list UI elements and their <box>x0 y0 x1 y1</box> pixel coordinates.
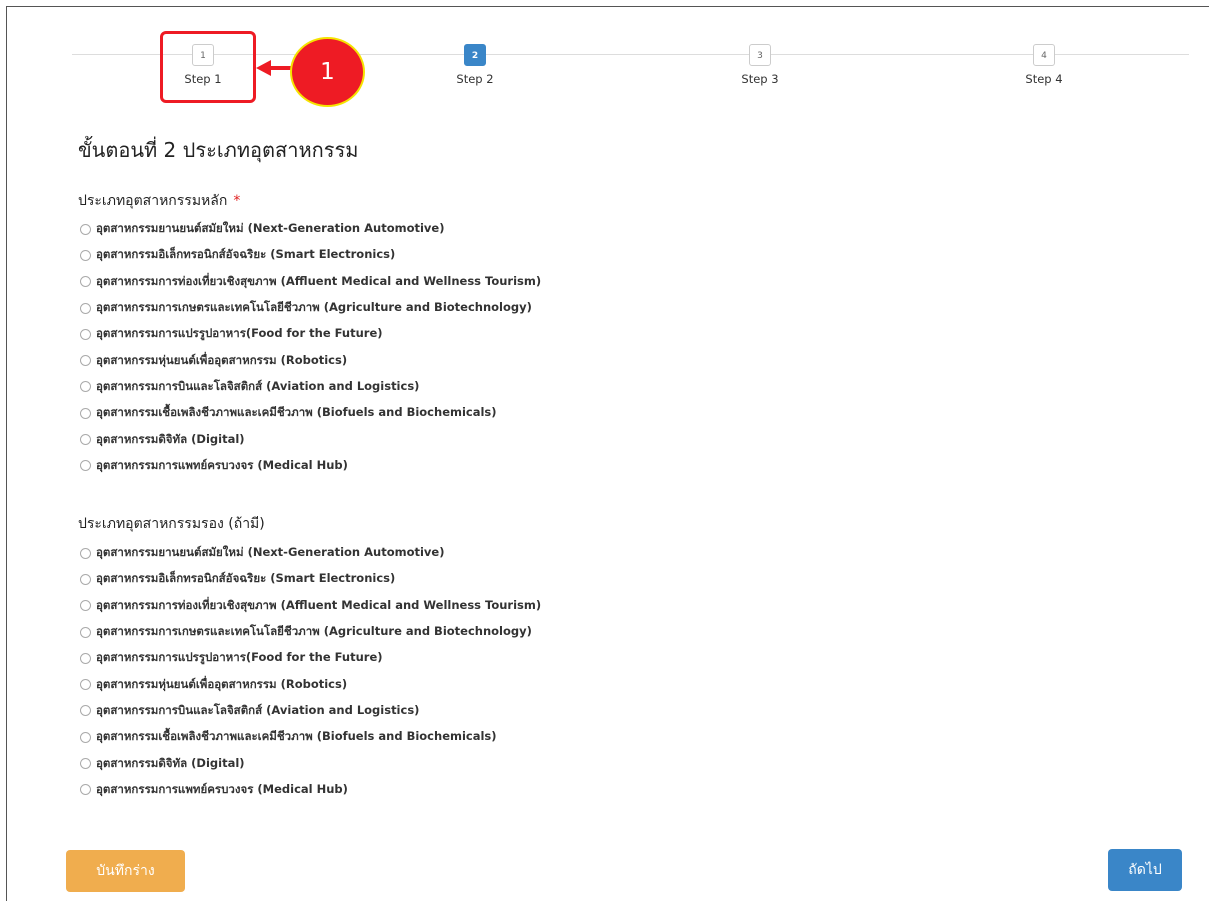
primary-option-5[interactable]: อุตสาหกรรมการแปรรูปอาหาร(Food for the Fu… <box>80 321 541 347</box>
primary-group-label: ประเภทอุตสาหกรรมหลัก <box>78 193 228 209</box>
radio-icon[interactable] <box>80 705 91 717</box>
option-label: อุตสาหกรรมยานยนต์สมัยใหม่ (Next-Generati… <box>96 545 445 560</box>
radio-icon[interactable] <box>80 573 91 585</box>
step-2-number: 2 <box>464 44 486 66</box>
option-label: อุตสาหกรรมการเกษตรและเทคโนโลยีชีวภาพ (Ag… <box>96 300 532 315</box>
radio-icon[interactable] <box>80 731 91 743</box>
radio-icon[interactable] <box>80 784 91 796</box>
option-label: อุตสาหกรรมเชื้อเพลิงชีวภาพและเคมีชีวภาพ … <box>96 729 497 744</box>
primary-option-3[interactable]: อุตสาหกรรมการท่องเที่ยวเชิงสุขภาพ (Afflu… <box>80 269 541 295</box>
primary-option-8[interactable]: อุตสาหกรรมเชื้อเพลิงชีวภาพและเคมีชีวภาพ … <box>80 400 541 426</box>
step-2[interactable]: 2 Step 2 <box>430 43 520 86</box>
required-mark: * <box>233 193 241 209</box>
option-label: อุตสาหกรรมการเกษตรและเทคโนโลยีชีวภาพ (Ag… <box>96 624 532 639</box>
radio-icon[interactable] <box>80 679 91 691</box>
primary-option-6[interactable]: อุตสาหกรรมหุ่นยนต์เพื่ออุตสาหกรรม (Robot… <box>80 347 541 373</box>
radio-icon[interactable] <box>80 434 91 446</box>
primary-options: อุตสาหกรรมยานยนต์สมัยใหม่ (Next-Generati… <box>80 216 541 479</box>
option-label: อุตสาหกรรมยานยนต์สมัยใหม่ (Next-Generati… <box>96 221 445 236</box>
step-1-highlight-box <box>160 31 256 103</box>
secondary-option-5[interactable]: อุตสาหกรรมการแปรรูปอาหาร(Food for the Fu… <box>80 645 541 671</box>
secondary-option-7[interactable]: อุตสาหกรรมการบินและโลจิสติกส์ (Aviation … <box>80 698 541 724</box>
step-3-label: Step 3 <box>741 72 779 86</box>
secondary-options: อุตสาหกรรมยานยนต์สมัยใหม่ (Next-Generati… <box>80 540 541 803</box>
option-label: อุตสาหกรรมการแพทย์ครบวงจร (Medical Hub) <box>96 457 348 472</box>
option-label: อุตสาหกรรมการบินและโลจิสติกส์ (Aviation … <box>96 702 420 717</box>
option-label: อุตสาหกรรมอิเล็กทรอนิกส์อัจฉริยะ (Smart … <box>96 247 396 262</box>
option-label: อุตสาหกรรมดิจิทัล (Digital) <box>96 431 245 446</box>
save-draft-button[interactable]: บันทึกร่าง <box>66 850 185 892</box>
option-label: อุตสาหกรรมการท่องเที่ยวเชิงสุขภาพ (Afflu… <box>96 273 542 288</box>
option-label: อุตสาหกรรมการแปรรูปอาหาร(Food for the Fu… <box>96 650 383 665</box>
page-title: ขั้นตอนที่ 2 ประเภทอุตสาหกรรม <box>78 138 359 162</box>
radio-icon[interactable] <box>80 302 91 314</box>
radio-icon[interactable] <box>80 407 91 419</box>
next-button[interactable]: ถัดไป <box>1108 849 1182 891</box>
step-2-label: Step 2 <box>456 72 494 86</box>
primary-option-9[interactable]: อุตสาหกรรมดิจิทัล (Digital) <box>80 426 541 452</box>
primary-group-title: ประเภทอุตสาหกรรมหลัก * <box>78 190 240 212</box>
radio-icon[interactable] <box>80 626 91 638</box>
step-3[interactable]: 3 Step 3 <box>715 43 805 86</box>
secondary-option-3[interactable]: อุตสาหกรรมการท่องเที่ยวเชิงสุขภาพ (Afflu… <box>80 593 541 619</box>
secondary-group-title: ประเภทอุตสาหกรรมรอง (ถ้ามี) <box>78 516 265 532</box>
option-label: อุตสาหกรรมการแปรรูปอาหาร(Food for the Fu… <box>96 326 383 341</box>
secondary-option-6[interactable]: อุตสาหกรรมหุ่นยนต์เพื่ออุตสาหกรรม (Robot… <box>80 671 541 697</box>
secondary-option-8[interactable]: อุตสาหกรรมเชื้อเพลิงชีวภาพและเคมีชีวภาพ … <box>80 724 541 750</box>
radio-icon[interactable] <box>80 600 91 612</box>
radio-icon[interactable] <box>80 328 91 340</box>
step-4-number: 4 <box>1033 44 1055 66</box>
primary-option-2[interactable]: อุตสาหกรรมอิเล็กทรอนิกส์อัจฉริยะ (Smart … <box>80 242 541 268</box>
step-4[interactable]: 4 Step 4 <box>999 43 1089 86</box>
option-label: อุตสาหกรรมเชื้อเพลิงชีวภาพและเคมีชีวภาพ … <box>96 405 497 420</box>
step-4-label: Step 4 <box>1025 72 1063 86</box>
option-label: อุตสาหกรรมอิเล็กทรอนิกส์อัจฉริยะ (Smart … <box>96 571 396 586</box>
option-label: อุตสาหกรรมการแพทย์ครบวงจร (Medical Hub) <box>96 781 348 796</box>
secondary-option-9[interactable]: อุตสาหกรรมดิจิทัล (Digital) <box>80 750 541 776</box>
step-3-number: 3 <box>749 44 771 66</box>
secondary-option-2[interactable]: อุตสาหกรรมอิเล็กทรอนิกส์อัจฉริยะ (Smart … <box>80 566 541 592</box>
secondary-option-10[interactable]: อุตสาหกรรมการแพทย์ครบวงจร (Medical Hub) <box>80 777 541 803</box>
radio-icon[interactable] <box>80 276 91 288</box>
option-label: อุตสาหกรรมหุ่นยนต์เพื่ออุตสาหกรรม (Robot… <box>96 676 348 691</box>
radio-icon[interactable] <box>80 381 91 393</box>
secondary-option-4[interactable]: อุตสาหกรรมการเกษตรและเทคโนโลยีชีวภาพ (Ag… <box>80 619 541 645</box>
radio-icon[interactable] <box>80 652 91 664</box>
primary-option-10[interactable]: อุตสาหกรรมการแพทย์ครบวงจร (Medical Hub) <box>80 453 541 479</box>
option-label: อุตสาหกรรมการท่องเที่ยวเชิงสุขภาพ (Afflu… <box>96 597 542 612</box>
secondary-option-1[interactable]: อุตสาหกรรมยานยนต์สมัยใหม่ (Next-Generati… <box>80 540 541 566</box>
callout-arrow-icon <box>256 60 271 76</box>
primary-option-1[interactable]: อุตสาหกรรมยานยนต์สมัยใหม่ (Next-Generati… <box>80 216 541 242</box>
primary-option-4[interactable]: อุตสาหกรรมการเกษตรและเทคโนโลยีชีวภาพ (Ag… <box>80 295 541 321</box>
radio-icon[interactable] <box>80 355 91 367</box>
primary-option-7[interactable]: อุตสาหกรรมการบินและโลจิสติกส์ (Aviation … <box>80 374 541 400</box>
radio-icon[interactable] <box>80 223 91 235</box>
option-label: อุตสาหกรรมหุ่นยนต์เพื่ออุตสาหกรรม (Robot… <box>96 352 348 367</box>
radio-icon[interactable] <box>80 460 91 472</box>
radio-icon[interactable] <box>80 547 91 559</box>
callout-badge: 1 <box>290 37 365 107</box>
option-label: อุตสาหกรรมดิจิทัล (Digital) <box>96 755 245 770</box>
radio-icon[interactable] <box>80 249 91 261</box>
radio-icon[interactable] <box>80 758 91 770</box>
option-label: อุตสาหกรรมการบินและโลจิสติกส์ (Aviation … <box>96 378 420 393</box>
